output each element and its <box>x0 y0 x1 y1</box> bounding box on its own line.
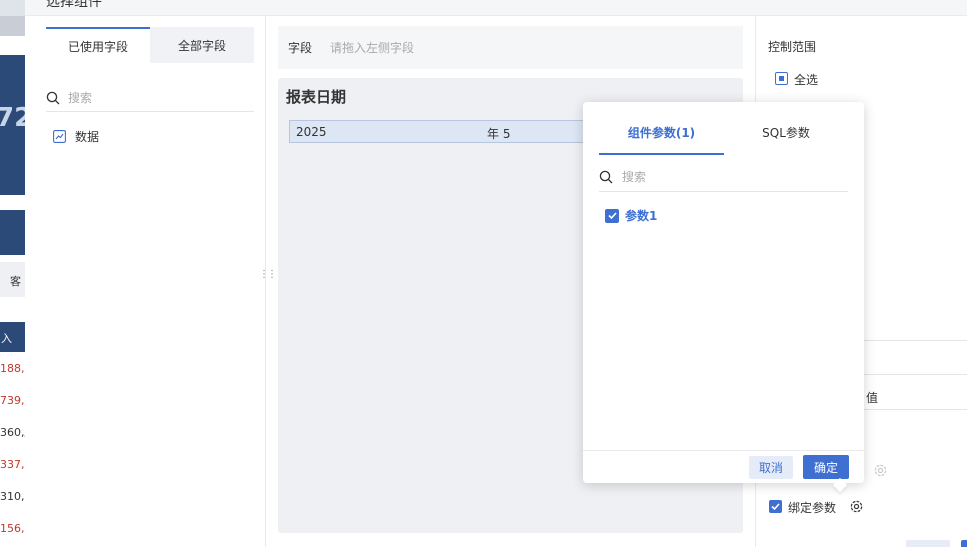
popover-footer: 取消 确定 <box>583 450 864 483</box>
search-icon <box>46 91 60 104</box>
divider <box>856 409 967 410</box>
date-month: 年 5 <box>487 127 511 141</box>
param-search[interactable] <box>599 162 848 192</box>
param-binding-popover: 组件参数(1) SQL参数 参数1 取消 确定 <box>583 102 864 493</box>
footer-ok-button[interactable] <box>961 540 967 547</box>
field-item-label: 数据 <box>75 130 100 144</box>
background-table-header: 入 <box>0 322 25 352</box>
confirm-button[interactable]: 确定 <box>803 455 849 479</box>
background-value: 188,( <box>0 362 25 375</box>
gear-icon[interactable] <box>849 499 864 514</box>
tab-all-fields[interactable]: 全部字段 <box>150 27 254 63</box>
field-search[interactable] <box>46 84 254 112</box>
preview-title: 报表日期 <box>286 88 347 106</box>
search-icon <box>599 170 613 183</box>
param-checkbox[interactable] <box>605 208 619 223</box>
tab-used-fields[interactable]: 已使用字段 <box>46 27 150 63</box>
background-card <box>0 210 25 255</box>
field-item[interactable]: 数据 <box>53 128 99 145</box>
control-range-label: 控制范围 <box>768 40 817 54</box>
cancel-button[interactable]: 取消 <box>749 456 793 479</box>
param-search-input[interactable] <box>622 169 822 184</box>
gear-icon <box>874 464 887 477</box>
panel-resize-handle[interactable]: ⋮⋮ <box>259 270 277 280</box>
background-column-label: 客 <box>10 275 21 288</box>
background-big-number: 72 <box>0 103 25 133</box>
bind-param-checkbox[interactable] <box>769 500 782 513</box>
background-value: 310,7 <box>0 490 25 503</box>
divider <box>856 374 967 375</box>
dialog-header: 选择组件 <box>25 0 967 16</box>
check-icon <box>607 212 617 220</box>
background-header <box>0 0 25 16</box>
dialog-title: 选择组件 <box>46 0 102 10</box>
background-value: 739,( <box>0 394 25 407</box>
tab-component-params[interactable]: 组件参数(1) <box>599 124 724 155</box>
background-column: 客 <box>0 262 25 297</box>
background-value: 156,9 <box>0 522 25 535</box>
background-value: 337,: <box>0 458 25 471</box>
param-item[interactable]: 参数1 <box>605 207 657 224</box>
select-all-checkbox[interactable] <box>775 72 788 85</box>
background-value: 360,/ <box>0 426 25 439</box>
background-bar <box>0 16 25 36</box>
tab-sql-params[interactable]: SQL参数 <box>724 124 848 155</box>
field-list-panel: 已使用字段 全部字段 数据 <box>25 16 266 547</box>
line-chart-icon <box>53 130 66 143</box>
field-drop-placeholder: 请拖入左侧字段 <box>330 41 415 55</box>
field-drop-zone[interactable]: 字段 请拖入左侧字段 <box>278 26 743 69</box>
select-all-label: 全选 <box>794 73 819 87</box>
background-kpi-card: 72 <box>0 55 25 195</box>
background-dashboard: 72 客 入 188,( 739,( 360,/ 337,: 310,7 156… <box>0 0 25 547</box>
footer-cancel-button[interactable] <box>906 540 950 547</box>
check-icon <box>771 503 780 511</box>
partial-setting-label: 值 <box>866 391 879 405</box>
param-label: 参数1 <box>625 209 658 223</box>
search-input[interactable] <box>68 90 238 105</box>
date-year: 2025 <box>296 125 327 139</box>
background-header-label: 入 <box>1 332 12 345</box>
bind-param-label: 绑定参数 <box>788 501 837 515</box>
field-label: 字段 <box>288 41 313 55</box>
divider <box>856 340 967 341</box>
